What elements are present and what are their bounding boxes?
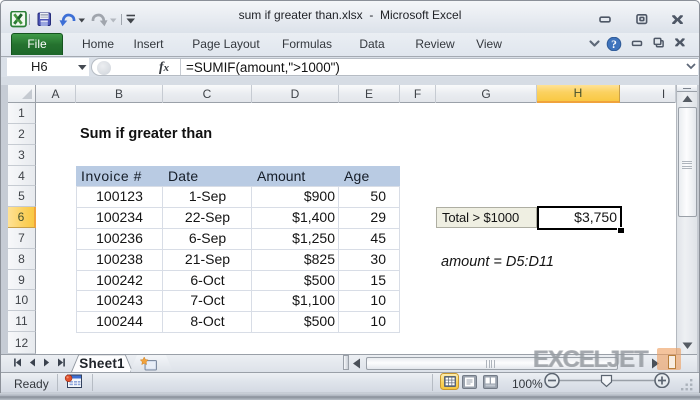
svg-text:?: ?	[611, 39, 617, 51]
